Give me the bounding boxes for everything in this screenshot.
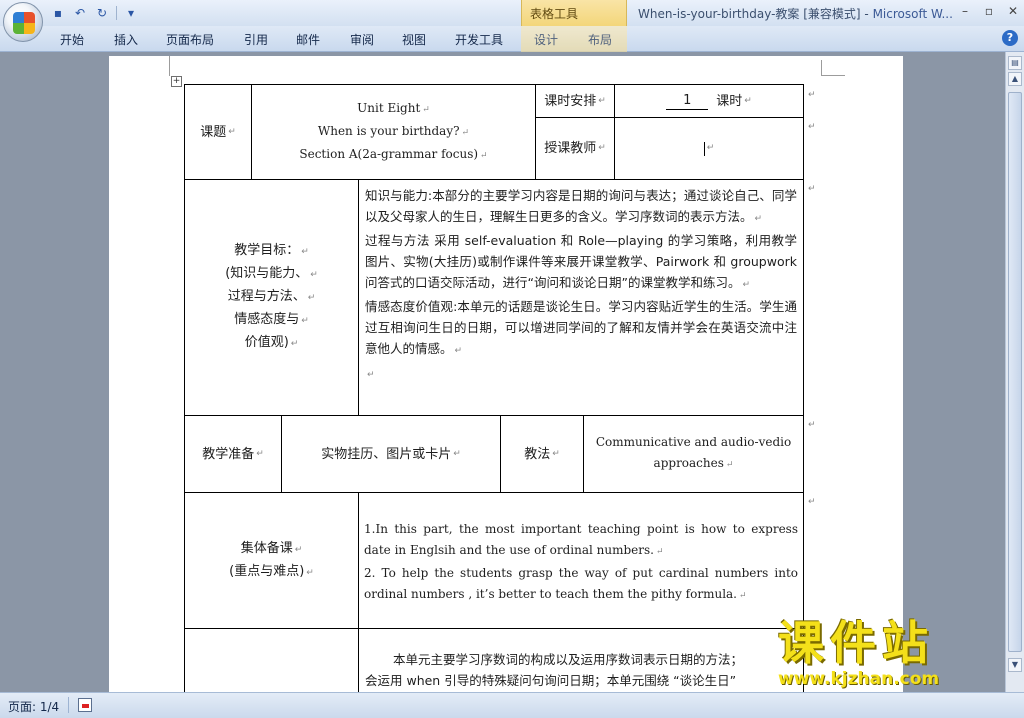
- focus-point-2: 2. To help the students grasp the way of…: [364, 566, 798, 601]
- page-count[interactable]: 页面: 1/4: [8, 698, 59, 715]
- help-icon[interactable]: ?: [1002, 30, 1018, 46]
- schedule-label: 课时安排: [544, 93, 597, 109]
- toolbar-divider: [116, 6, 117, 20]
- tab-review[interactable]: 审阅: [350, 31, 374, 48]
- row5-line-1: 本单元主要学习序数词的构成以及运用序数词表示日期的方法；: [393, 652, 744, 667]
- end-of-row-mark: ↵: [808, 90, 816, 100]
- customize-icon[interactable]: ▾: [123, 5, 139, 21]
- proofing-icon[interactable]: [78, 698, 92, 712]
- objective-attitude: 情感态度价值观:本单元的话题是谈论生日。学习内容贴近学生的生活。学生通过互相询问…: [365, 299, 797, 356]
- context-tool-label: 表格工具: [530, 7, 579, 21]
- watermark-url: www.kjzhan.com: [778, 669, 940, 689]
- method-value-line-2: approaches ↵: [653, 456, 734, 470]
- tab-references[interactable]: 引用: [244, 31, 268, 48]
- objective-knowledge: 知识与能力:本部分的主要学习内容是日期的询问与表达；通过谈论自己、同学以及父母家…: [365, 188, 797, 224]
- title-line-2: When is your birthday? ↵: [317, 123, 470, 138]
- objective-label-line-2: (知识与能力、 ↵: [225, 266, 318, 281]
- prep-label: 教学准备: [202, 446, 255, 462]
- tab-layout[interactable]: 布局: [588, 31, 612, 48]
- cell-objectives-label[interactable]: 教学目标： ↵ (知识与能力、 ↵ 过程与方法、 ↵ 情感态度与 ↵ 价值观) ↵: [184, 179, 359, 416]
- table-tools-context: 表格工具: [521, 0, 627, 26]
- watermark-text: 课件站: [778, 616, 934, 670]
- ribbon-tab-row: 开始 插入 页面布局 引用 邮件 审阅 视图 开发工具: [0, 26, 1024, 52]
- redo-icon[interactable]: ↻: [94, 5, 110, 21]
- window-title: When-is-your-birthday-教案 [兼容模式] - Micros…: [638, 5, 953, 22]
- cell-row5-content[interactable]: 本单元主要学习序数词的构成以及运用序数词表示日期的方法； 会运用 when 引导…: [358, 628, 804, 692]
- schedule-count: 1: [666, 93, 709, 110]
- end-of-row-mark: ↵: [808, 122, 816, 132]
- focus-label-line-1: 集体备课 ↵: [240, 540, 303, 556]
- close-button[interactable]: ✕: [1008, 4, 1018, 18]
- cell-schedule-label[interactable]: 课时安排 ↵: [535, 84, 615, 118]
- undo-icon[interactable]: ↶: [72, 5, 88, 21]
- cell-prep-value[interactable]: 实物挂历、图片或卡片 ↵: [281, 415, 501, 493]
- tab-view[interactable]: 视图: [402, 31, 426, 48]
- focus-point-1: 1.In this part, the most important teach…: [364, 522, 798, 557]
- objective-label-line-4: 情感态度与 ↵: [234, 312, 309, 327]
- row5-line-2: 会运用 when 引导的特殊疑问句询问日期；本单元围绕 “谈论生日”: [365, 673, 737, 688]
- tab-home[interactable]: 开始: [60, 31, 84, 48]
- ruler-toggle-icon[interactable]: ▤: [1008, 56, 1022, 70]
- topic-label: 课题: [200, 124, 227, 140]
- schedule-unit: 课时: [716, 93, 743, 109]
- document-name: When-is-your-birthday-教案 [兼容模式] -: [638, 7, 873, 21]
- tab-page-layout[interactable]: 页面布局: [166, 31, 214, 48]
- status-divider: [68, 697, 69, 713]
- empty-paragraph: ↵: [367, 370, 375, 380]
- prep-value: 实物挂历、图片或卡片: [321, 446, 452, 462]
- status-bar: 页面: 1/4: [0, 692, 1024, 718]
- cell-prep-label[interactable]: 教学准备 ↵: [184, 415, 282, 493]
- cell-focus-label[interactable]: 集体备课 ↵ (重点与难点) ↵: [184, 492, 359, 629]
- office-logo-icon: [13, 12, 35, 34]
- end-of-row-mark: ↵: [808, 184, 816, 194]
- objective-label-line-5: 价值观) ↵: [244, 335, 299, 350]
- title-line-3: Section A(2a-grammar focus) ↵: [299, 146, 488, 161]
- cell-topic-title[interactable]: Unit Eight ↵ When is your birthday? ↵ Sect…: [251, 84, 536, 180]
- cell-method-value[interactable]: Communicative and audio-vedio approaches…: [583, 415, 804, 493]
- objective-process: 过程与方法 采用 self-evaluation 和 Role—playing …: [365, 233, 797, 290]
- cell-objectives-content[interactable]: 知识与能力:本部分的主要学习内容是日期的询问与表达；通过谈论自己、同学以及父母家…: [358, 179, 804, 416]
- objective-label-line-1: 教学目标： ↵: [234, 243, 309, 258]
- title-bar: ▪ ↶ ↻ ▾ 表格工具 When-is-your-birthday-教案 [兼…: [0, 0, 1024, 26]
- save-icon[interactable]: ▪: [50, 5, 66, 21]
- scroll-down-icon[interactable]: ▼: [1008, 658, 1022, 672]
- scrollbar-thumb[interactable]: [1008, 92, 1022, 652]
- office-button[interactable]: [3, 2, 43, 42]
- tab-design[interactable]: 设计: [534, 31, 558, 48]
- cell-teacher-label[interactable]: 授课教师 ↵: [535, 117, 615, 180]
- end-of-row-mark: ↵: [808, 420, 816, 430]
- cell-schedule-value[interactable]: 1 课时 ↵: [614, 84, 804, 118]
- kjzhan-watermark: 课件站 www.kjzhan.com: [778, 617, 1008, 689]
- context-tab-group: 设计 布局: [521, 26, 627, 52]
- window-controls: – ▫ ✕: [960, 4, 1018, 18]
- method-value-line-1: Communicative and audio-vedio: [595, 435, 792, 449]
- cell-topic-label[interactable]: 课题 ↵: [184, 84, 252, 180]
- tab-mailings[interactable]: 邮件: [296, 31, 320, 48]
- minimize-button[interactable]: –: [960, 4, 970, 18]
- vertical-scrollbar[interactable]: ▤ ▲ ▼: [1005, 52, 1024, 692]
- tab-developer[interactable]: 开发工具: [455, 31, 503, 48]
- quick-access-toolbar: ▪ ↶ ↻ ▾: [50, 4, 139, 22]
- restore-button[interactable]: ▫: [984, 4, 994, 18]
- table-move-handle-icon[interactable]: +: [171, 76, 182, 87]
- paragraph-mark: ↵: [228, 126, 236, 137]
- teacher-label: 授课教师: [544, 141, 597, 156]
- cell-row5-label[interactable]: [184, 628, 359, 692]
- cell-method-label[interactable]: 教法 ↵: [500, 415, 584, 493]
- objective-label-line-3: 过程与方法、 ↵: [227, 289, 316, 304]
- crop-mark-left: [169, 56, 170, 76]
- focus-label-line-2: (重点与难点) ↵: [229, 563, 314, 579]
- crop-mark-right: [821, 60, 845, 76]
- teacher-field[interactable]: ↵: [614, 117, 804, 180]
- document-page[interactable]: + 课题 ↵ Unit Eight ↵ When is your birthday?…: [109, 56, 903, 692]
- document-area[interactable]: + 课题 ↵ Unit Eight ↵ When is your birthday?…: [0, 52, 1005, 692]
- scroll-up-icon[interactable]: ▲: [1008, 72, 1022, 86]
- text-cursor: [703, 141, 705, 156]
- method-label: 教法: [524, 446, 551, 462]
- end-of-row-mark: ↵: [808, 497, 816, 507]
- app-name: Microsoft W...: [872, 7, 953, 21]
- cell-focus-content[interactable]: 1.In this part, the most important teach…: [358, 492, 804, 629]
- tab-insert[interactable]: 插入: [114, 31, 138, 48]
- title-line-1: Unit Eight ↵: [357, 100, 430, 115]
